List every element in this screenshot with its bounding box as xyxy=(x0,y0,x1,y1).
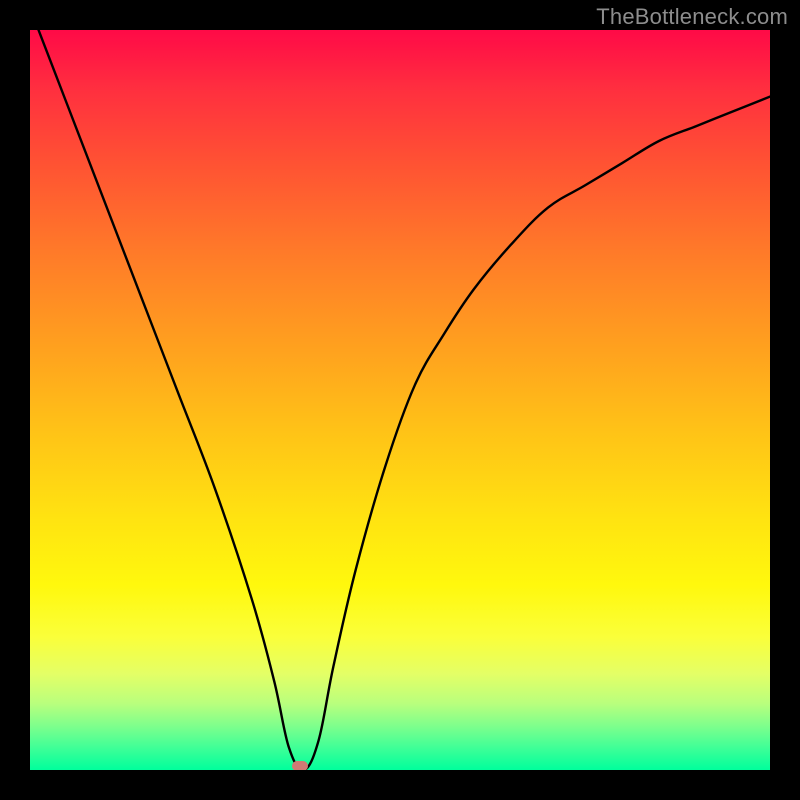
watermark-text: TheBottleneck.com xyxy=(596,4,788,30)
plot-area xyxy=(30,30,770,770)
minimum-marker xyxy=(292,761,308,770)
bottleneck-curve xyxy=(30,30,770,770)
curve-layer xyxy=(30,30,770,770)
